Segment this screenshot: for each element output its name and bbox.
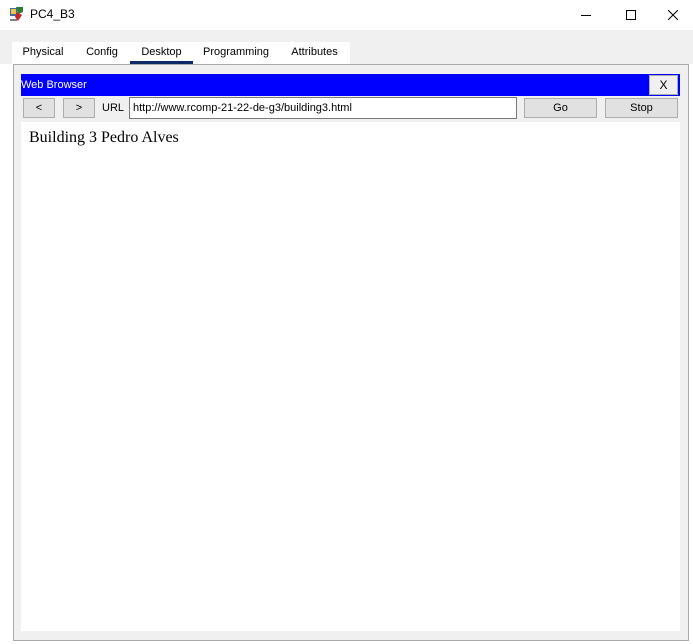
maximize-button[interactable] <box>608 0 654 30</box>
url-input[interactable] <box>129 97 517 119</box>
web-browser-title: Web Browser <box>21 79 87 91</box>
tab-config[interactable]: Config <box>74 42 130 64</box>
minimize-icon <box>581 15 591 16</box>
window-title: PC4_B3 <box>30 7 75 21</box>
page-heading-text: Building 3 Pedro Alves <box>29 129 179 146</box>
web-browser-titlebar: Web Browser X <box>21 74 680 96</box>
packet-tracer-pc-icon <box>8 6 24 22</box>
close-icon <box>668 10 678 20</box>
browser-toolbar: < > URL Go Stop <box>21 96 680 122</box>
close-window-button[interactable] <box>653 0 693 30</box>
stop-button[interactable]: Stop <box>605 98 678 118</box>
tab-bar: Physical Config Desktop Programming Attr… <box>0 30 693 64</box>
minimize-button[interactable] <box>563 0 609 30</box>
forward-button[interactable]: > <box>63 98 95 118</box>
tab-desktop[interactable]: Desktop <box>130 42 193 64</box>
tab-attributes[interactable]: Attributes <box>279 42 350 64</box>
back-button[interactable]: < <box>23 98 55 118</box>
browser-content: Building 3 Pedro Alves <box>21 122 680 631</box>
tab-physical[interactable]: Physical <box>12 42 74 64</box>
maximize-icon <box>626 10 636 20</box>
tab-programming[interactable]: Programming <box>193 42 279 64</box>
window-titlebar: PC4_B3 <box>0 0 693 30</box>
web-browser-close-button[interactable]: X <box>649 75 678 95</box>
url-label: URL <box>102 102 125 114</box>
go-button[interactable]: Go <box>524 98 597 118</box>
